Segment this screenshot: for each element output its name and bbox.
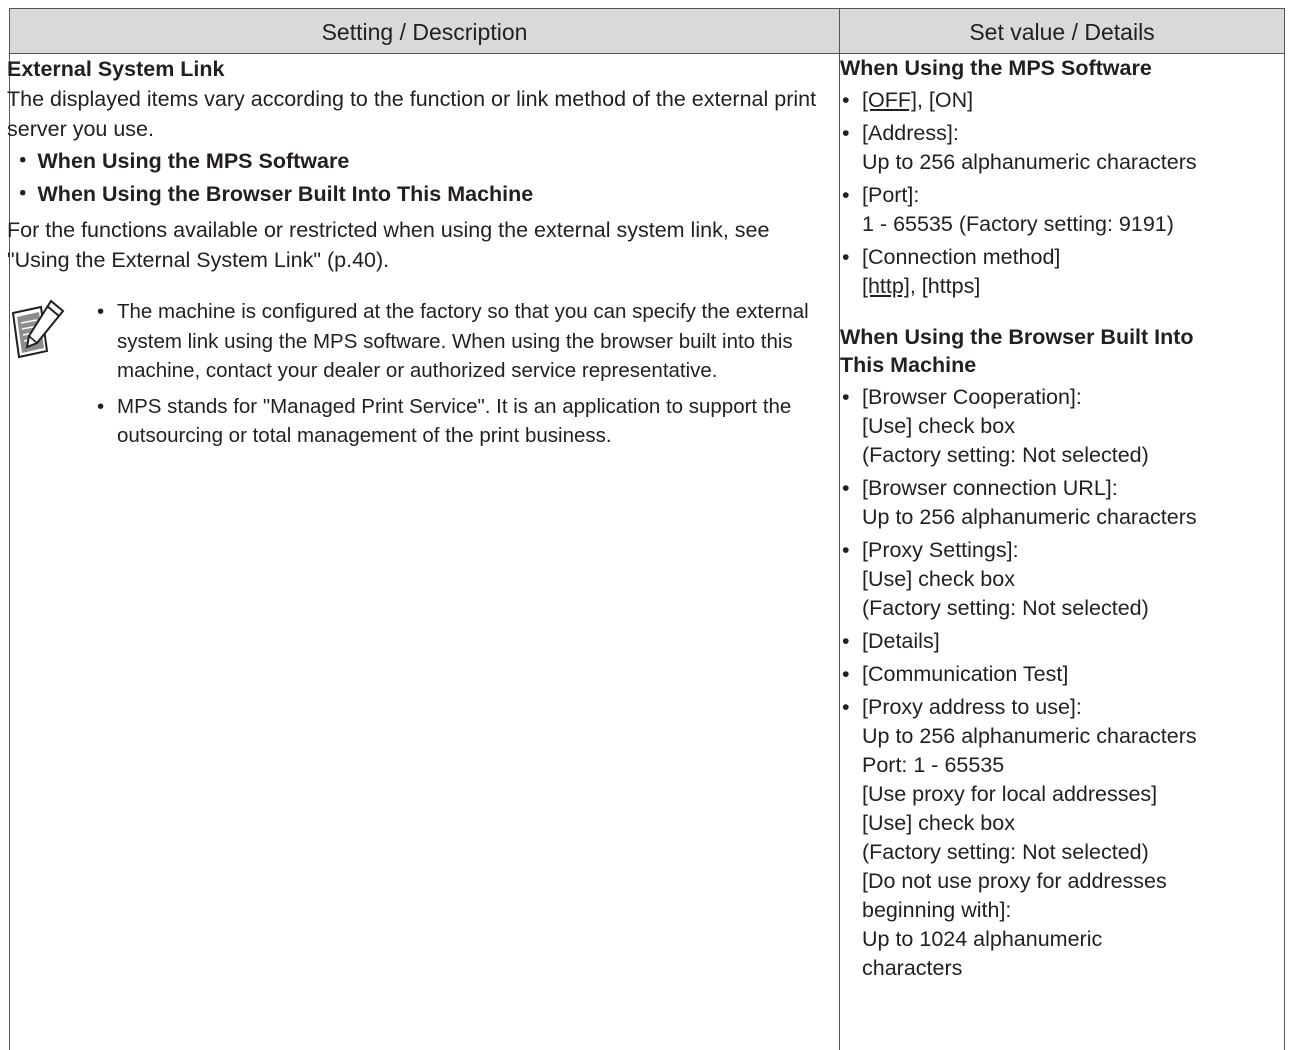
set-value-cell: When Using the MPS Software [OFF], [ON] …: [840, 54, 1272, 983]
port-item: [Port]: 1 - 65535 (Factory setting: 9191…: [840, 181, 1272, 239]
subitem-mps: ・ When Using the MPS Software: [12, 149, 350, 173]
browser-settings-list: [Browser Cooperation]: [Use] check box (…: [840, 383, 1272, 983]
communication-test-item: [Communication Test]: [840, 660, 1272, 689]
proxy-address-item: [Proxy address to use]: Up to 256 alphan…: [840, 693, 1272, 983]
column-header-setting: Setting / Description: [9, 8, 839, 54]
mps-settings-list: [OFF], [ON] [Address]: Up to 256 alphanu…: [840, 86, 1272, 301]
pencil-note-icon: [11, 299, 65, 359]
note-item: The machine is configured at the factory…: [95, 297, 822, 386]
subitem-browser: ・ When Using the Browser Built Into This …: [12, 182, 534, 206]
functions-reference: For the functions available or restricte…: [7, 218, 770, 272]
onoff-item: [OFF], [ON]: [840, 86, 1272, 115]
setting-intro: The displayed items vary according to th…: [7, 87, 817, 141]
browser-section-title: When Using the Browser Built Into This M…: [840, 325, 1194, 377]
connection-method-item: [Connection method] [http], [https]: [840, 243, 1272, 301]
setting-title: External System Link: [7, 57, 225, 81]
note-block: The machine is configured at the factory…: [7, 297, 822, 451]
note-item: MPS stands for "Managed Print Service". …: [95, 392, 822, 451]
setting-description-cell: External System Link The displayed items…: [7, 54, 822, 451]
browser-cooperation-item: [Browser Cooperation]: [Use] check box (…: [840, 383, 1272, 470]
note-list: The machine is configured at the factory…: [95, 297, 822, 451]
column-header-set-value: Set value / Details: [839, 8, 1285, 54]
mps-section-title: When Using the MPS Software: [840, 56, 1152, 80]
details-item: [Details]: [840, 627, 1272, 656]
address-item: [Address]: Up to 256 alphanumeric charac…: [840, 119, 1272, 177]
proxy-settings-item: [Proxy Settings]: [Use] check box (Facto…: [840, 536, 1272, 623]
browser-url-item: [Browser connection URL]: Up to 256 alph…: [840, 474, 1272, 532]
table-border-right: [1284, 54, 1285, 1050]
